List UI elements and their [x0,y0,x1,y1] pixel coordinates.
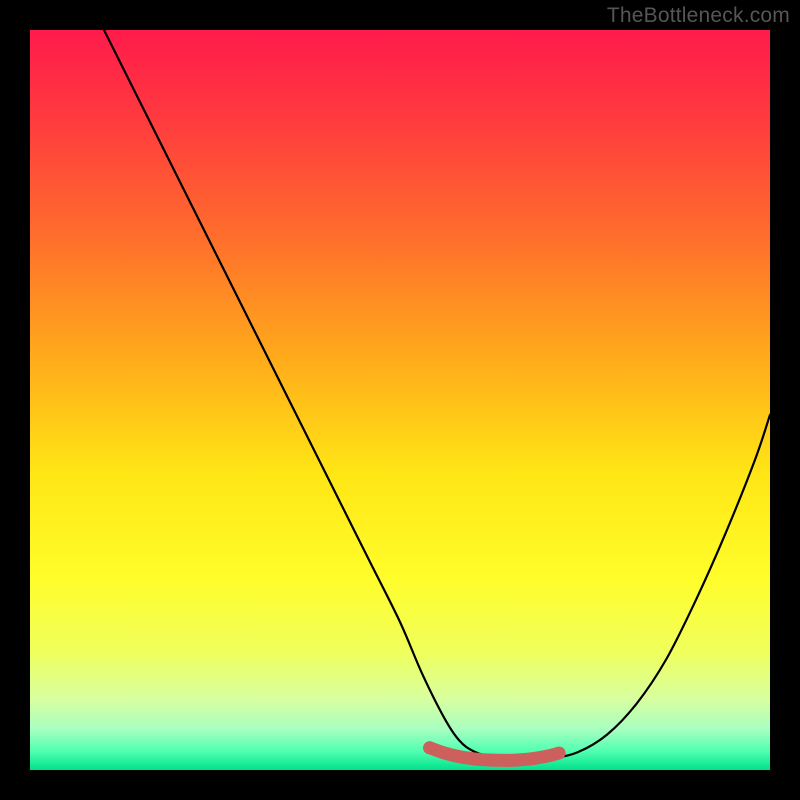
gradient-background [30,30,770,770]
chart-plot-area [30,30,770,770]
bottleneck-chart [30,30,770,770]
optimal-range-start-dot [423,741,436,754]
watermark-text: TheBottleneck.com [607,4,790,28]
